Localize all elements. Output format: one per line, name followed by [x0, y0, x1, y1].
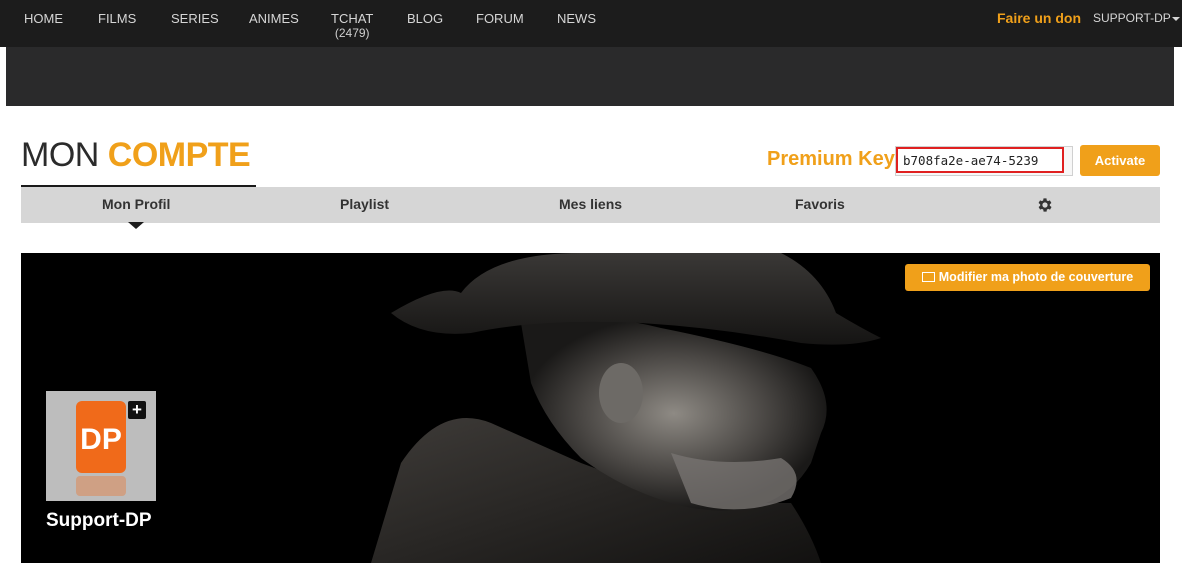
premium-key-input[interactable] — [896, 147, 1064, 173]
donate-link[interactable]: Faire un don — [997, 10, 1081, 26]
nav-tchat[interactable]: TCHAT (2479) — [331, 11, 373, 41]
tab-favoris[interactable]: Favoris — [795, 196, 845, 212]
tab-mon-profil[interactable]: Mon Profil — [102, 196, 170, 212]
nav-animes[interactable]: ANIMES — [249, 11, 299, 26]
change-cover-button[interactable]: Modifier ma photo de couverture — [905, 264, 1150, 291]
activate-button[interactable]: Activate — [1080, 145, 1160, 176]
nav-tchat-count: (2479) — [334, 26, 370, 40]
gear-icon[interactable] — [1036, 196, 1054, 214]
top-nav: HOME FILMS SERIES ANIMES TCHAT (2479) BL… — [0, 0, 1182, 47]
premium-key-field — [895, 146, 1073, 176]
user-menu[interactable]: SUPPORT-DP — [1093, 11, 1180, 25]
page-title: MON COMPTE — [21, 136, 251, 174]
nav-series[interactable]: SERIES — [171, 11, 219, 26]
premium-key-label: Premium Key — [767, 148, 895, 170]
chevron-down-icon — [1171, 16, 1180, 21]
cover-photo: Modifier ma photo de couverture DP + Sup… — [21, 253, 1160, 563]
header-banner — [6, 47, 1174, 106]
nav-tchat-label: TCHAT — [331, 11, 374, 26]
page-title-light: MON — [21, 136, 99, 174]
nav-forum[interactable]: FORUM — [476, 11, 524, 26]
nav-home[interactable]: HOME — [24, 11, 63, 26]
change-cover-label: Modifier ma photo de couverture — [938, 270, 1134, 284]
cover-portrait-image — [21, 253, 1160, 563]
avatar[interactable]: DP + — [46, 391, 156, 501]
profile-username: Support-DP — [46, 510, 152, 531]
tab-playlist[interactable]: Playlist — [340, 196, 389, 212]
profile-tabs: Mon Profil Playlist Mes liens Favoris — [21, 187, 1160, 223]
image-icon — [921, 272, 935, 282]
nav-news[interactable]: NEWS — [557, 11, 596, 26]
user-menu-label: SUPPORT-DP — [1093, 11, 1171, 25]
nav-films[interactable]: FILMS — [98, 11, 136, 26]
active-tab-indicator — [128, 222, 144, 229]
avatar-logo-text: DP — [80, 423, 122, 456]
page-title-bold: COMPTE — [107, 136, 251, 174]
plus-icon[interactable]: + — [128, 401, 146, 419]
nav-blog[interactable]: BLOG — [407, 11, 443, 26]
tab-mes-liens[interactable]: Mes liens — [559, 196, 622, 212]
